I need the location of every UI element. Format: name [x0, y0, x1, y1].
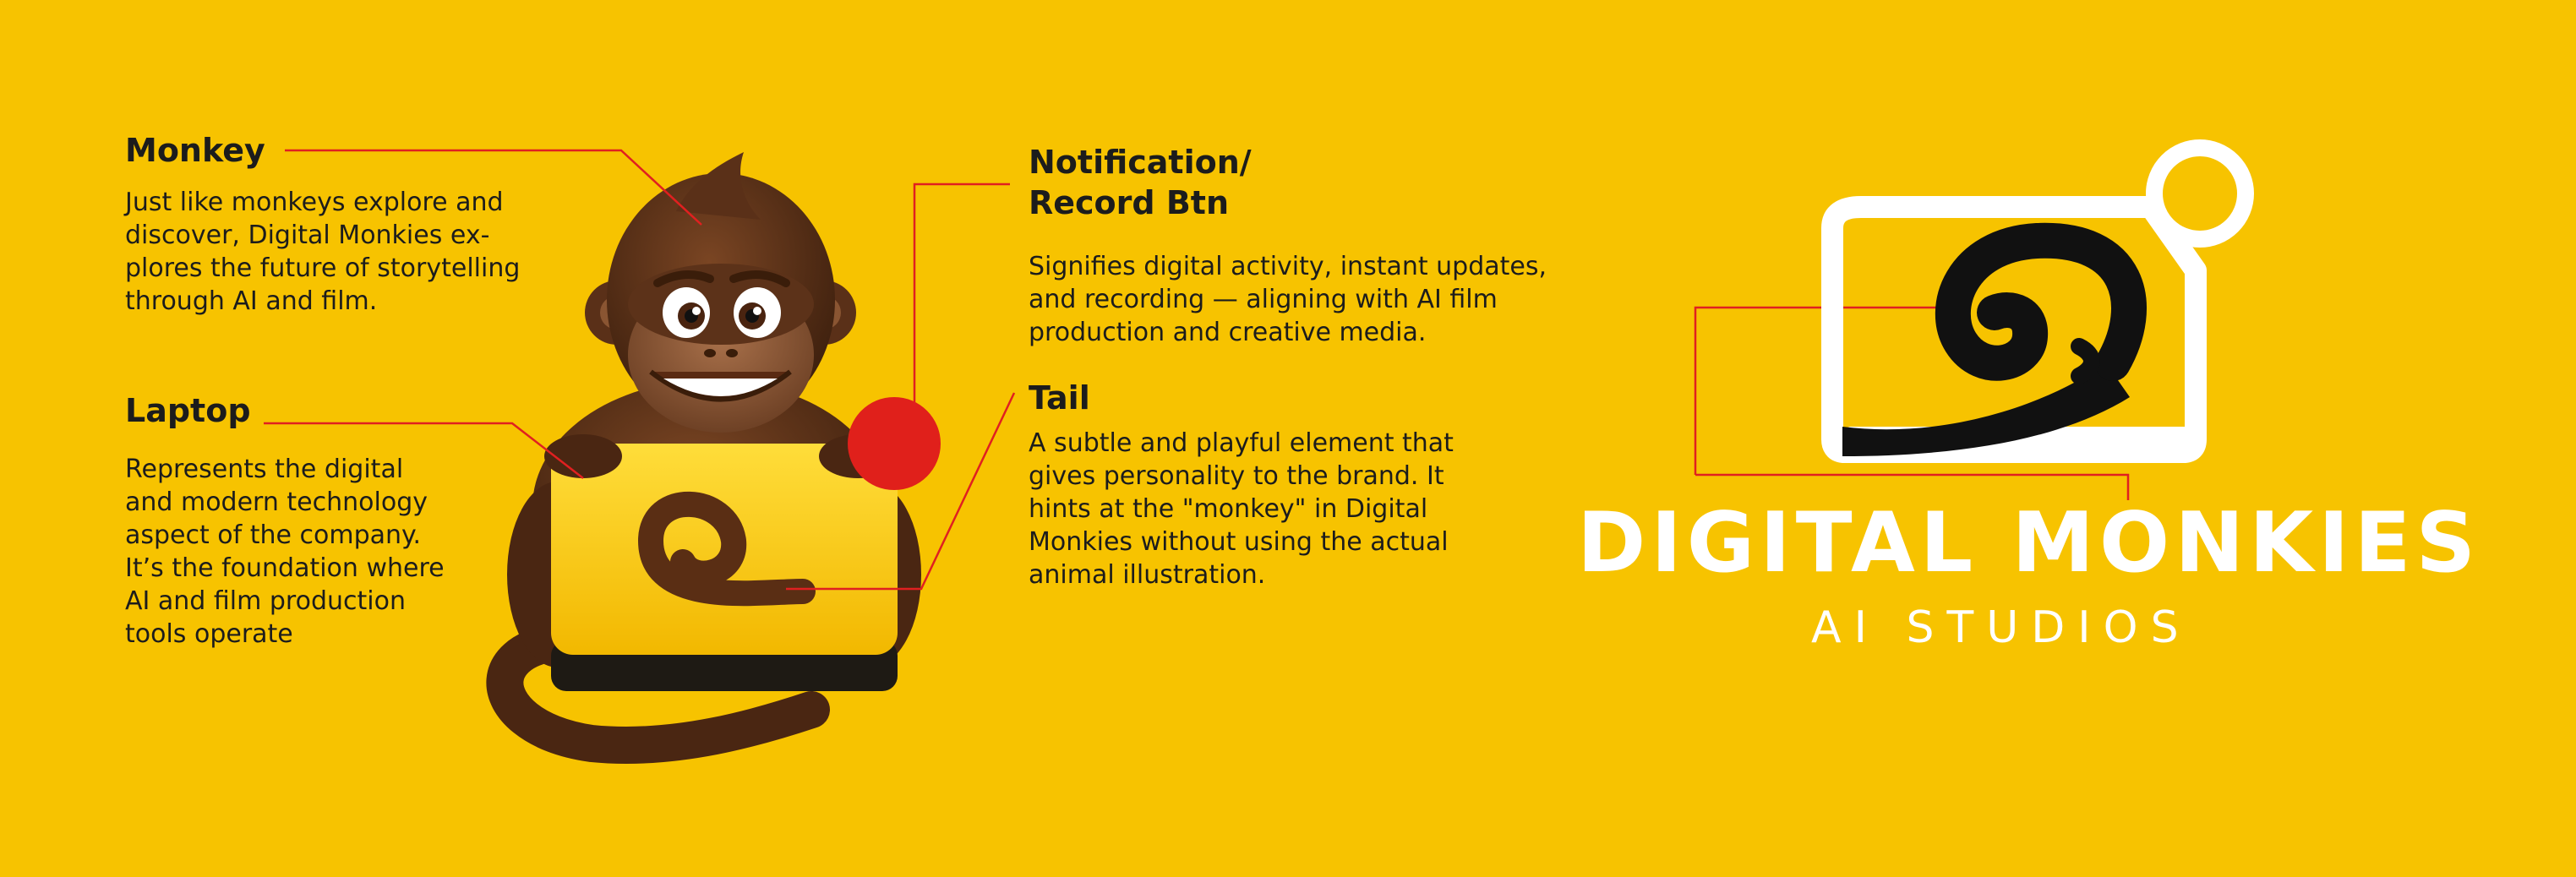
callout-tail-description: A subtle and playful element that gives …	[1029, 428, 1454, 590]
callout-laptop: Laptop Represents the digital and modern…	[125, 390, 565, 651]
record-dot	[848, 397, 941, 490]
logo-subtitle: AI STUDIOS	[1811, 602, 2191, 653]
callout-notification-description: Signifies digital activity, instant upda…	[1029, 252, 1547, 347]
callout-tail: Tail A subtle and playful element that g…	[1029, 378, 1603, 591]
callout-monkey-title: Monkey	[125, 132, 265, 169]
leader-line-notification	[913, 182, 1010, 406]
callout-monkey-description: Just like monkeys explore and discover, …	[125, 188, 521, 316]
callout-monkey: Monkey Just like monkeys explore and dis…	[125, 130, 565, 318]
callout-notification: Notification/ Record Btn Signifies digit…	[1029, 142, 1603, 349]
callout-notification-title: Notification/ Record Btn	[1029, 144, 1252, 221]
logo-icon	[1821, 139, 2254, 463]
callout-laptop-description: Represents the digital and modern techno…	[125, 455, 445, 649]
callout-tail-title: Tail	[1029, 379, 1090, 417]
logo-wordmark: DIGITAL MONKIES	[1577, 495, 2481, 591]
laptop	[544, 434, 898, 691]
callout-laptop-title: Laptop	[125, 392, 251, 429]
